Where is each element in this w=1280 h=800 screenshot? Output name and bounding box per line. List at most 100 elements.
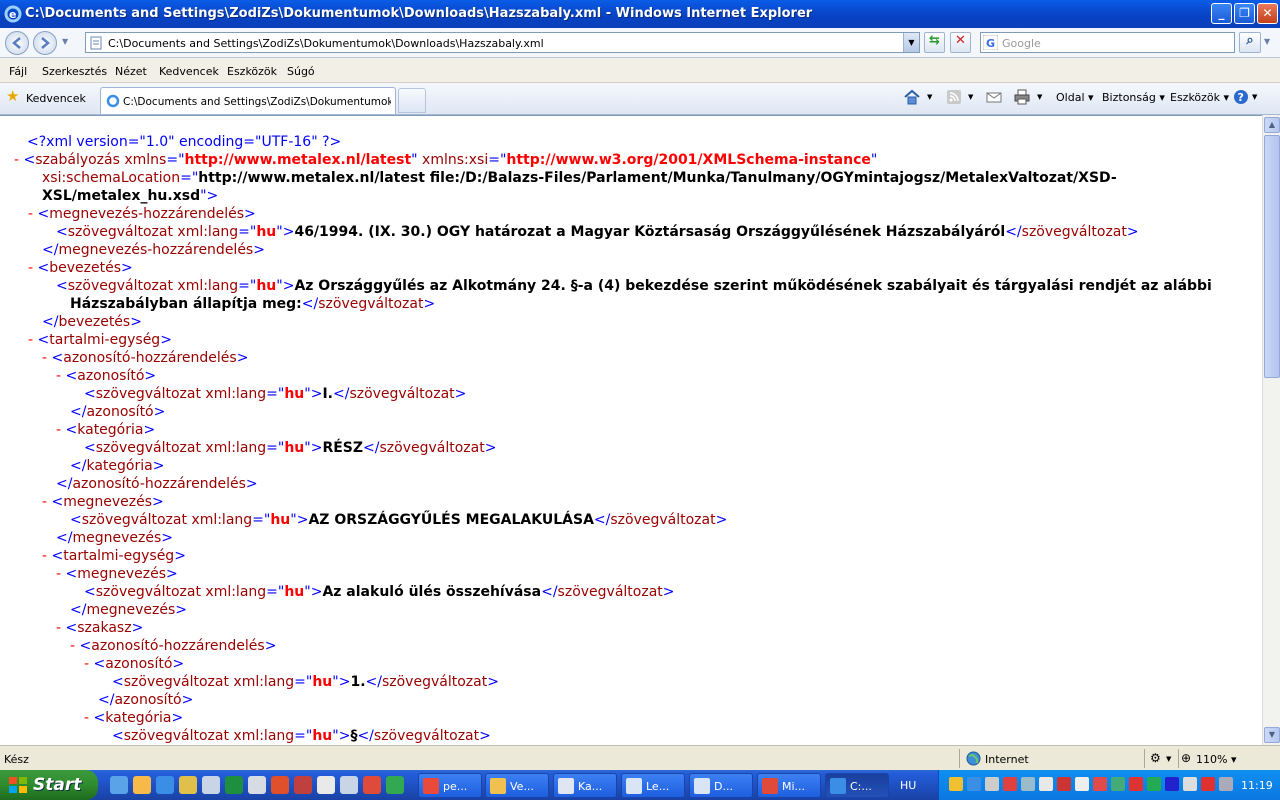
title-bar[interactable]: e C:\Documents and Settings\ZodiZs\Dokum… (0, 0, 1280, 28)
quicklaunch-icon[interactable] (156, 776, 174, 794)
svg-text:G: G (986, 37, 995, 50)
menu-edit[interactable]: Szerkesztés (42, 65, 107, 78)
menu-file[interactable]: Fájl (9, 65, 27, 78)
print-icon[interactable] (1013, 88, 1031, 106)
new-tab-button[interactable] (398, 88, 426, 113)
tray-icon[interactable] (1057, 777, 1071, 791)
quicklaunch-icon[interactable] (386, 776, 404, 794)
quicklaunch-icon[interactable] (202, 776, 220, 794)
protected-mode-dropdown-icon[interactable]: ▼ (1166, 755, 1171, 763)
quicklaunch-icon[interactable] (363, 776, 381, 794)
xml-node: </azonosító> (98, 692, 194, 708)
scroll-up-icon[interactable]: ▲ (1264, 117, 1280, 133)
tray-icon[interactable] (1183, 777, 1197, 791)
tray-icon[interactable] (1219, 777, 1233, 791)
close-button[interactable]: ✕ (1257, 3, 1278, 24)
feeds-dropdown-icon[interactable]: ▼ (968, 93, 973, 101)
xml-node[interactable]: - <megnevezés> (42, 493, 164, 511)
forward-button[interactable] (33, 31, 57, 55)
tray-icon[interactable] (1075, 777, 1089, 791)
vertical-scrollbar[interactable]: ▲ ▼ (1262, 115, 1280, 745)
print-dropdown-icon[interactable]: ▼ (1037, 93, 1042, 101)
tray-icon[interactable] (967, 777, 981, 791)
ie-icon (106, 94, 120, 108)
history-dropdown-icon[interactable]: ▼ (62, 37, 68, 46)
protected-mode-icon[interactable]: ⚙ (1150, 751, 1161, 765)
xml-node[interactable]: - <szakasz> (56, 619, 143, 637)
menu-tools[interactable]: Eszközök (227, 65, 277, 78)
quicklaunch-icon[interactable] (133, 776, 151, 794)
tray-icon[interactable] (1111, 777, 1125, 791)
xml-node[interactable]: - <azonosító> (56, 367, 156, 385)
xml-node: </megnevezés-hozzárendelés> (42, 242, 265, 258)
stop-button[interactable]: ✕ (950, 32, 971, 53)
quicklaunch-icon[interactable] (294, 776, 312, 794)
language-indicator[interactable]: HU (900, 779, 916, 792)
scroll-down-icon[interactable]: ▼ (1264, 727, 1280, 743)
tray-icon[interactable] (1147, 777, 1161, 791)
start-button[interactable]: Start (0, 770, 98, 800)
svg-text:?: ? (1238, 91, 1244, 104)
taskbar-button[interactable]: Le... (621, 773, 685, 798)
quicklaunch-icon[interactable] (271, 776, 289, 794)
quicklaunch-icon[interactable] (225, 776, 243, 794)
tray-icon[interactable] (1003, 777, 1017, 791)
help-dropdown-icon[interactable]: ▼ (1252, 93, 1257, 101)
address-input[interactable]: C:\Documents and Settings\ZodiZs\Dokumen… (85, 32, 920, 53)
quicklaunch-icon[interactable] (340, 776, 358, 794)
favorites-label: Kedvencek (26, 92, 86, 105)
minimize-button[interactable]: _ (1211, 3, 1232, 24)
mail-icon[interactable] (985, 88, 1003, 106)
xml-node[interactable]: - <tartalmi-egység> (28, 331, 172, 349)
tab-current[interactable]: C:\Documents and Settings\ZodiZs\Dokumen… (100, 87, 396, 114)
back-button[interactable] (5, 31, 29, 55)
xml-node[interactable]: - <azonosító-hozzárendelés> (42, 349, 248, 367)
taskbar-button[interactable]: pe... (418, 773, 482, 798)
taskbar-button[interactable]: Ka... (553, 773, 617, 798)
quicklaunch-icon[interactable] (248, 776, 266, 794)
tray-icon[interactable] (985, 777, 999, 791)
quicklaunch-icon[interactable] (317, 776, 335, 794)
xml-root-open[interactable]: - <szabályozás xmlns="http://www.metalex… (14, 151, 877, 169)
xml-node[interactable]: - <bevezetés> (28, 259, 133, 277)
tray-icon[interactable] (949, 777, 963, 791)
taskbar-button-active[interactable]: C:... (825, 773, 889, 798)
xml-node[interactable]: - <kategória> (84, 709, 183, 727)
xml-node[interactable]: - <tartalmi-egység> (42, 547, 186, 565)
xml-node[interactable]: - <azonosító-hozzárendelés> (70, 637, 276, 655)
home-dropdown-icon[interactable]: ▼ (927, 93, 932, 101)
page-menu[interactable]: Oldal ▾ (1056, 91, 1094, 104)
help-icon[interactable]: ? (1232, 88, 1250, 106)
address-dropdown-icon[interactable]: ▼ (903, 33, 919, 52)
search-options-icon[interactable]: ▼ (1264, 37, 1270, 46)
refresh-button[interactable]: ⇆ (924, 32, 945, 53)
quicklaunch-icon[interactable] (110, 776, 128, 794)
xml-node[interactable]: - <megnevezés-hozzárendelés> (28, 205, 256, 223)
quicklaunch-icon[interactable] (179, 776, 197, 794)
taskbar-button[interactable]: Ve... (485, 773, 549, 798)
tray-icon[interactable] (1021, 777, 1035, 791)
tray-icon[interactable] (1165, 777, 1179, 791)
search-input[interactable]: G Google (980, 32, 1235, 53)
xml-node[interactable]: - <kategória> (56, 421, 155, 439)
maximize-button[interactable]: ❐ (1234, 3, 1255, 24)
feeds-icon[interactable] (945, 88, 963, 106)
taskbar-button[interactable]: D... (689, 773, 753, 798)
clock[interactable]: 11:19 (1241, 779, 1273, 792)
search-button[interactable]: ⌕ (1239, 32, 1261, 53)
home-icon[interactable] (903, 88, 921, 106)
tray-icon[interactable] (1093, 777, 1107, 791)
menu-help[interactable]: Súgó (287, 65, 315, 78)
tools-menu[interactable]: Eszközök ▾ (1170, 91, 1229, 104)
taskbar-button[interactable]: Mi... (757, 773, 821, 798)
xml-node[interactable]: - <megnevezés> (56, 565, 178, 583)
scroll-thumb[interactable] (1264, 135, 1280, 378)
tray-icon[interactable] (1039, 777, 1053, 791)
menu-favorites[interactable]: Kedvencek (159, 65, 219, 78)
tray-icon[interactable] (1201, 777, 1215, 791)
safety-menu[interactable]: Biztonság ▾ (1102, 91, 1165, 104)
menu-view[interactable]: Nézet (115, 65, 147, 78)
xml-node[interactable]: - <azonosító> (84, 655, 184, 673)
tray-icon[interactable] (1129, 777, 1143, 791)
zoom-level[interactable]: 110% ▾ (1196, 753, 1236, 766)
